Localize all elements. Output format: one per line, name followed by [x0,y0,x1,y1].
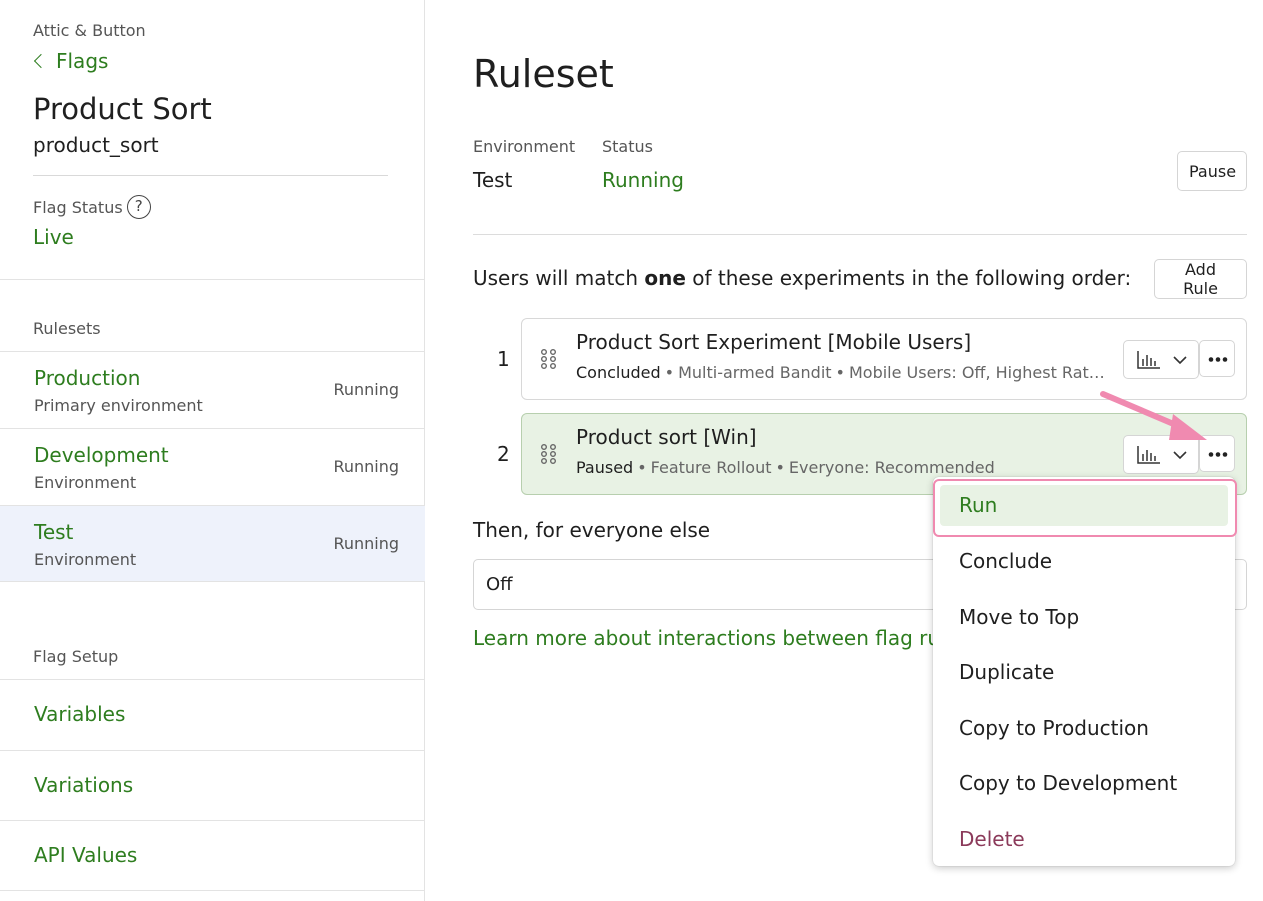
drag-handle-icon[interactable] [540,348,558,370]
flag-status-label: Flag Status ? [33,195,151,219]
rule-type: Feature Rollout [650,458,772,477]
flag-status-label-text: Flag Status [33,197,123,217]
rule-target: Everyone: Recommended [788,458,995,477]
sidebar-item-variations[interactable]: Variations [0,749,425,821]
pause-button[interactable]: Pause [1177,151,1247,191]
ruleset-name: Test [34,520,74,544]
menu-item-delete[interactable]: Delete [933,812,1235,867]
menu-item-conclude[interactable]: Conclude [933,534,1235,589]
menu-item-label: Move to Top [959,605,1080,629]
bar-chart-icon [1137,351,1160,369]
status-label: Status [602,137,653,156]
ruleset-desc: Primary environment [34,396,203,415]
rulesets-heading: Rulesets [33,319,101,338]
menu-item-label: Run [959,493,998,517]
rule-target: Mobile Users: Off, Highest Rated [848,363,1106,382]
environment-value: Test [473,168,513,192]
rule-number: 2 [497,442,510,466]
ruleset-desc: Environment [34,550,137,569]
divider [473,234,1247,235]
menu-item-label: Duplicate [959,660,1055,684]
status-value: Running [602,168,684,192]
rule-actions-menu: Run Conclude Move to Top Duplicate Copy … [933,477,1237,867]
rule-meta: Paused • Feature Rollout • Everyone: Recomme… [576,458,995,477]
add-rule-button[interactable]: Add Rule [1154,259,1247,299]
setup-item-label: API Values [34,843,138,867]
flag-key: product_sort [33,133,159,157]
bar-chart-icon [1137,446,1160,464]
rule-meta: Concluded • Multi-armed Bandit • Mobile User… [576,363,1106,382]
menu-item-run[interactable]: Run [933,479,1237,537]
environment-label: Environment [473,137,576,156]
chevron-left-icon [33,53,49,69]
rule-status: Paused [576,458,634,477]
flag-setup-list: Variables Variations API Values [0,679,425,891]
ruleset-item-test[interactable]: Test Environment Running [0,505,425,582]
flag-setup-heading: Flag Setup [33,647,119,666]
rulesets-list: Production Primary environment Running D… [0,351,425,582]
menu-item-label: Copy to Development [959,771,1178,795]
rule-status: Concluded [576,363,661,382]
match-order-text: Users will match one of these experiment… [473,266,1131,290]
divider [0,279,425,280]
divider [33,175,388,176]
match-prefix: Users will match [473,266,645,290]
chevron-down-icon [1173,356,1187,365]
rule-type: Multi-armed Bandit [678,363,832,382]
menu-item-label: Conclude [959,549,1053,573]
match-bold: one [644,266,686,290]
sidebar: Attic & Button Flags Product Sort produc… [0,0,425,901]
sidebar-item-variables[interactable]: Variables [0,679,425,750]
menu-item-copy-to-production[interactable]: Copy to Production [933,701,1235,756]
more-icon [1208,452,1228,457]
menu-item-duplicate[interactable]: Duplicate [933,645,1235,700]
menu-item-copy-to-development[interactable]: Copy to Development [933,756,1235,811]
org-name: Attic & Button [33,21,146,40]
results-dropdown-button[interactable] [1123,435,1199,474]
more-icon [1208,357,1228,362]
everyone-else-label: Then, for everyone else [473,518,711,542]
menu-item-move-to-top[interactable]: Move to Top [933,590,1235,645]
rule-title: Product sort [Win] [576,425,757,449]
ruleset-name: Production [34,366,141,390]
ruleset-item-production[interactable]: Production Primary environment Running [0,351,425,428]
page-title: Ruleset [473,52,614,96]
ruleset-desc: Environment [34,473,137,492]
match-suffix: of these experiments in the following or… [685,266,1132,290]
rule-title: Product Sort Experiment [Mobile Users] [576,330,972,354]
learn-more-link[interactable]: Learn more about interactions between fl… [473,626,968,650]
ruleset-item-development[interactable]: Development Environment Running [0,428,425,505]
drag-handle-icon[interactable] [540,443,558,465]
flag-status-value: Live [33,225,74,249]
ruleset-status: Running [333,534,399,553]
rule-number: 1 [497,347,510,371]
more-options-button[interactable] [1199,435,1235,472]
flag-title: Product Sort [33,92,212,126]
default-value: Off [486,574,513,595]
menu-item-label: Copy to Production [959,716,1149,740]
back-to-flags-link[interactable]: Flags [33,49,108,73]
back-label: Flags [56,49,109,73]
chevron-down-icon [1173,451,1187,460]
ruleset-name: Development [34,443,169,467]
results-dropdown-button[interactable] [1123,340,1199,379]
rule-card[interactable]: Product Sort Experiment [Mobile Users] C… [521,318,1247,400]
setup-item-label: Variables [34,702,126,726]
ruleset-status: Running [333,457,399,476]
ruleset-status: Running [333,380,399,399]
setup-item-label: Variations [34,772,134,797]
help-icon[interactable]: ? [126,195,151,219]
menu-item-label: Delete [959,827,1025,851]
more-options-button[interactable] [1199,340,1235,377]
sidebar-item-api-values[interactable]: API Values [0,820,425,891]
